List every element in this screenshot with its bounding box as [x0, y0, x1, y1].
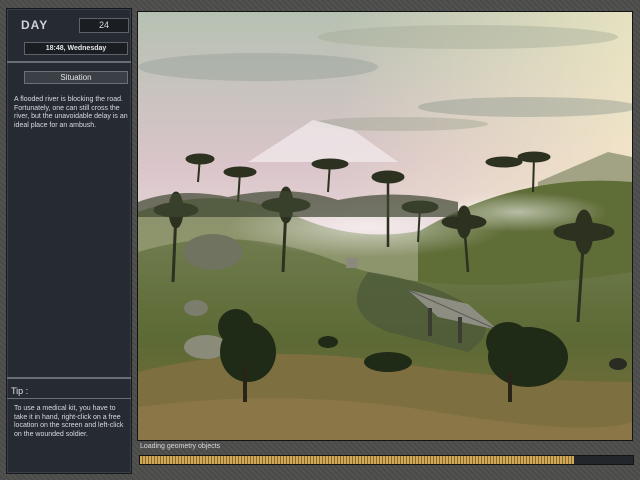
game-loading-screen: DAY 24 18:48, Wednesday Situation A floo… — [0, 0, 640, 480]
loading-progress-fill — [140, 456, 574, 464]
divider — [7, 61, 131, 63]
day-label: DAY — [21, 18, 49, 32]
mission-info-panel: DAY 24 18:48, Wednesday Situation A floo… — [6, 8, 132, 474]
loading-status-text: Loading geometry objects — [140, 443, 221, 450]
tip-description: To use a medical kit, you have to take i… — [14, 405, 124, 438]
tip-title: Tip : — [11, 386, 29, 396]
situation-description: A flooded river is blocking the road. Fo… — [14, 96, 128, 129]
jungle-river-scene — [138, 12, 632, 440]
day-number-box: 24 — [79, 18, 129, 33]
loading-progress-bar — [139, 455, 634, 465]
divider — [7, 398, 131, 399]
loading-scene-image — [137, 11, 633, 441]
datetime-box: 18:48, Wednesday — [24, 42, 128, 55]
situation-title-box: Situation — [24, 71, 128, 84]
divider — [7, 377, 131, 379]
day-row: DAY 24 — [15, 18, 129, 34]
